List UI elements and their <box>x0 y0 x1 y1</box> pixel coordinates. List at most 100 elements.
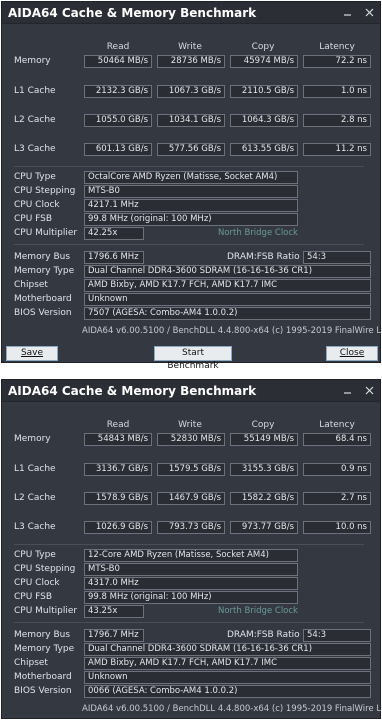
cpu-fsb-label: CPU FSB <box>14 214 53 224</box>
cpu-multiplier-label: CPU Multiplier <box>14 228 78 238</box>
chipset-label: Chipset <box>14 658 48 668</box>
l2-latency-value: 2.7 ns <box>303 492 371 505</box>
l2-read-value: 1578.9 GB/s <box>84 492 152 505</box>
cpu-stepping-value: MTS-B0 <box>84 185 298 198</box>
title-bar[interactable]: AIDA64 Cache & Memory Benchmark <box>2 380 380 402</box>
row-label-l1-cache: L1 Cache <box>14 86 56 96</box>
footer-version: AIDA64 v6.00.5100 / BenchDLL 4.4.800-x64… <box>82 326 382 336</box>
motherboard-value: Unknown <box>84 671 371 684</box>
cpu-type-label: CPU Type <box>14 172 56 182</box>
memory-type-label: Memory Type <box>14 644 75 654</box>
memory-type-value: Dual Channel DDR4-3600 SDRAM (16-16-16-3… <box>84 643 371 656</box>
cpu-stepping-label: CPU Stepping <box>14 564 76 574</box>
cpu-stepping-label: CPU Stepping <box>14 186 76 196</box>
benchmark-window-1: AIDA64 Cache & Memory Benchmark Read Wri… <box>1 1 382 371</box>
l3-latency-value: 11.2 ns <box>303 143 371 156</box>
north-bridge-clock-label: North Bridge Clock <box>218 228 298 238</box>
cpu-fsb-value: 99.8 MHz (original: 100 MHz) <box>84 213 298 226</box>
close-button[interactable]: Close <box>326 346 378 361</box>
save-button[interactable]: Save <box>6 346 58 361</box>
memory-latency-value: 68.4 ns <box>303 433 371 446</box>
l3-copy-value: 613.55 GB/s <box>230 143 298 156</box>
l2-write-value: 1467.9 GB/s <box>157 492 225 505</box>
footer-version: AIDA64 v6.00.5100 / BenchDLL 4.4.800-x64… <box>82 704 382 714</box>
cpu-clock-value: 4317.0 MHz <box>84 577 298 590</box>
dram-fsb-ratio-label: DRAM:FSB Ratio <box>227 252 300 262</box>
dram-fsb-ratio-value: 54:3 <box>303 251 371 264</box>
divider <box>14 166 364 167</box>
close-icon[interactable] <box>358 4 380 22</box>
row-label-l2-cache: L2 Cache <box>14 115 56 125</box>
l3-read-value: 1026.9 GB/s <box>84 521 152 534</box>
cpu-stepping-value: MTS-B0 <box>84 563 298 576</box>
minimize-icon[interactable] <box>336 4 358 22</box>
bios-version-value: 7507 (AGESA: Combo-AM4 1.0.0.2) <box>84 307 371 320</box>
memory-bus-label: Memory Bus <box>14 252 71 262</box>
row-label-memory: Memory <box>14 434 51 444</box>
column-header-write: Write <box>178 420 202 430</box>
row-label-l3-cache: L3 Cache <box>14 522 56 532</box>
memory-copy-value: 55149 MB/s <box>230 433 298 446</box>
bios-version-value: 0066 (AGESA: Combo-AM4 1.0.0.2) <box>84 685 371 698</box>
l3-copy-value: 973.77 GB/s <box>230 521 298 534</box>
cpu-type-value: OctalCore AMD Ryzen (Matisse, Socket AM4… <box>84 171 298 184</box>
row-label-l3-cache: L3 Cache <box>14 144 56 154</box>
l3-latency-value: 10.0 ns <box>303 521 371 534</box>
window-title: AIDA64 Cache & Memory Benchmark <box>8 383 257 398</box>
cpu-type-label: CPU Type <box>14 550 56 560</box>
l1-latency-value: 1.0 ns <box>303 85 371 98</box>
start-benchmark-button[interactable]: Start Benchmark <box>154 346 232 371</box>
column-header-latency: Latency <box>319 420 355 430</box>
chipset-value: AMD Bixby, AMD K17.7 FCH, AMD K17.7 IMC <box>84 279 371 292</box>
cpu-clock-value: 4217.1 MHz <box>84 199 298 212</box>
column-header-read: Read <box>106 42 130 52</box>
motherboard-label: Motherboard <box>14 672 72 682</box>
memory-bus-value: 1796.6 MHz <box>84 251 144 264</box>
cpu-clock-label: CPU Clock <box>14 578 60 588</box>
row-label-memory: Memory <box>14 56 51 66</box>
l1-write-value: 1067.3 GB/s <box>157 85 225 98</box>
column-header-write: Write <box>178 42 202 52</box>
memory-copy-value: 45974 MB/s <box>230 55 298 68</box>
l1-latency-value: 0.9 ns <box>303 463 371 476</box>
chipset-value: AMD Bixby, AMD K17.7 FCH, AMD K17.7 IMC <box>84 657 371 670</box>
close-button-label: Close <box>339 348 365 358</box>
l1-copy-value: 2110.5 GB/s <box>230 85 298 98</box>
memory-read-value: 54843 MB/s <box>84 433 152 446</box>
memory-bus-label: Memory Bus <box>14 630 71 640</box>
window-title: AIDA64 Cache & Memory Benchmark <box>8 5 257 20</box>
dram-fsb-ratio-value: 54:3 <box>303 629 371 642</box>
benchmark-window-2: AIDA64 Cache & Memory Benchmark Read Wri… <box>1 379 382 719</box>
divider <box>14 622 364 623</box>
north-bridge-clock-label: North Bridge Clock <box>218 606 298 616</box>
divider <box>14 244 364 245</box>
l2-write-value: 1034.1 GB/s <box>157 114 225 127</box>
close-icon[interactable] <box>358 382 380 400</box>
motherboard-value: Unknown <box>84 293 371 306</box>
cpu-multiplier-value: 43.25x <box>84 605 144 618</box>
minimize-icon[interactable] <box>336 382 358 400</box>
motherboard-label: Motherboard <box>14 294 72 304</box>
column-header-read: Read <box>106 420 130 430</box>
l1-copy-value: 3155.3 GB/s <box>230 463 298 476</box>
cpu-fsb-label: CPU FSB <box>14 592 53 602</box>
divider <box>14 544 364 545</box>
memory-latency-value: 72.2 ns <box>303 55 371 68</box>
cpu-type-value: 12-Core AMD Ryzen (Matisse, Socket AM4) <box>84 549 298 562</box>
cpu-multiplier-value: 42.25x <box>84 227 144 240</box>
memory-type-value: Dual Channel DDR4-3600 SDRAM (16-16-16-3… <box>84 265 371 278</box>
l3-write-value: 577.56 GB/s <box>157 143 225 156</box>
bios-version-label: BIOS Version <box>14 308 72 318</box>
column-header-copy: Copy <box>251 420 275 430</box>
bios-version-label: BIOS Version <box>14 686 72 696</box>
l1-read-value: 3136.7 GB/s <box>84 463 152 476</box>
chipset-label: Chipset <box>14 280 48 290</box>
l3-write-value: 793.73 GB/s <box>157 521 225 534</box>
cpu-fsb-value: 99.8 MHz (original: 100 MHz) <box>84 591 298 604</box>
row-label-l2-cache: L2 Cache <box>14 493 56 503</box>
title-bar[interactable]: AIDA64 Cache & Memory Benchmark <box>2 2 380 24</box>
l2-read-value: 1055.0 GB/s <box>84 114 152 127</box>
column-header-latency: Latency <box>319 42 355 52</box>
l3-read-value: 601.13 GB/s <box>84 143 152 156</box>
l2-copy-value: 1064.3 GB/s <box>230 114 298 127</box>
